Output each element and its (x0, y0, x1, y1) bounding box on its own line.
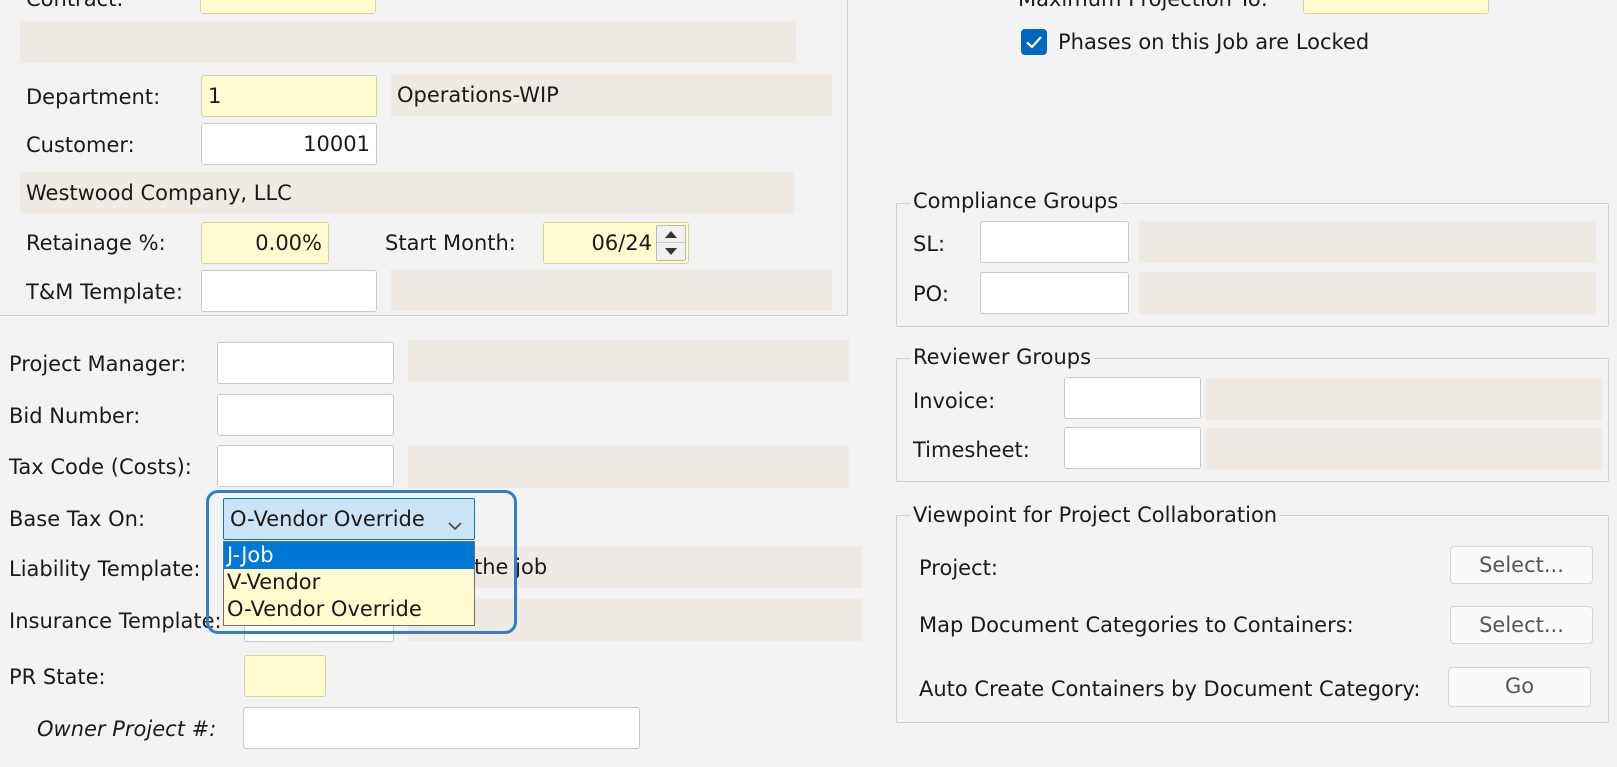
bid-number-label: Bid Number: (9, 404, 141, 428)
pr-state-label: PR State: (9, 665, 106, 689)
project-collaboration-title: Viewpoint for Project Collaboration (910, 503, 1281, 527)
start-month-label: Start Month: (385, 231, 516, 255)
base-tax-selected-value: O-Vendor Override (230, 507, 425, 531)
auto-create-go-button[interactable]: Go (1448, 667, 1591, 707)
project-manager-description (408, 340, 849, 382)
base-tax-dropdown-list[interactable]: J-Job V-Vendor O-Vendor Override (223, 541, 475, 626)
tm-template-field[interactable] (201, 270, 377, 312)
phases-locked-label: Phases on this Job are Locked (1058, 30, 1370, 54)
phases-locked-checkbox[interactable] (1021, 29, 1047, 55)
base-tax-combo[interactable]: O-Vendor Override (223, 498, 475, 540)
spinner-down-icon[interactable] (657, 243, 685, 260)
base-tax-label: Base Tax On: (9, 507, 146, 531)
retainage-label: Retainage %: (26, 231, 166, 255)
timesheet-description (1206, 428, 1602, 470)
project-manager-field[interactable] (217, 342, 394, 384)
contract-description (20, 21, 796, 63)
tm-template-label: T&M Template: (26, 280, 183, 304)
reviewer-groups-title: Reviewer Groups (910, 345, 1095, 369)
collab-project-select-button[interactable]: Select... (1450, 546, 1593, 584)
base-tax-option[interactable]: V-Vendor (224, 569, 474, 596)
department-label: Department: (26, 85, 161, 109)
tax-code-field[interactable] (217, 445, 394, 487)
retainage-field[interactable]: 0.00% (201, 222, 329, 264)
liability-template-label: Liability Template: (9, 557, 201, 581)
owner-project-field[interactable] (243, 707, 640, 749)
spinner-up-icon[interactable] (657, 226, 685, 243)
contract-label: Contract: (26, 0, 123, 12)
insurance-template-label: Insurance Template: (9, 609, 222, 633)
auto-create-label: Auto Create Containers by Document Categ… (919, 677, 1421, 701)
sl-description (1139, 221, 1596, 263)
department-field[interactable]: 1 (201, 75, 377, 117)
compliance-groups-title: Compliance Groups (910, 189, 1122, 213)
map-docs-select-button[interactable]: Select... (1450, 606, 1593, 644)
timesheet-field[interactable] (1064, 427, 1201, 469)
po-field[interactable] (980, 272, 1129, 314)
pr-state-field[interactable] (244, 655, 326, 697)
customer-name: Westwood Company, LLC (20, 172, 794, 214)
map-docs-label: Map Document Categories to Containers: (919, 613, 1354, 637)
base-tax-option[interactable]: O-Vendor Override (224, 596, 474, 623)
customer-field[interactable]: 10001 (201, 123, 377, 165)
max-projection-field[interactable] (1303, 0, 1489, 14)
base-tax-option[interactable]: J-Job (224, 542, 474, 569)
invoice-description (1206, 378, 1602, 420)
tm-template-description (391, 269, 832, 311)
project-manager-label: Project Manager: (9, 352, 187, 376)
timesheet-label: Timesheet: (913, 438, 1030, 462)
sl-field[interactable] (980, 221, 1129, 263)
po-label: PO: (913, 282, 949, 306)
tax-code-description (408, 446, 849, 488)
contract-field[interactable] (200, 0, 376, 14)
owner-project-label: Owner Project #: (37, 717, 217, 741)
start-month-spinner[interactable] (656, 225, 686, 261)
invoice-label: Invoice: (913, 389, 996, 413)
bid-number-field[interactable] (217, 394, 394, 436)
collab-project-label: Project: (919, 556, 998, 580)
max-projection-label: Maximum Projection To: (1018, 0, 1268, 12)
chevron-down-icon[interactable] (446, 508, 464, 531)
po-description (1139, 272, 1596, 314)
sl-label: SL: (913, 232, 946, 256)
tax-code-label: Tax Code (Costs): (9, 455, 192, 479)
invoice-field[interactable] (1064, 377, 1201, 419)
checkmark-icon (1026, 36, 1042, 49)
department-description: Operations-WIP (391, 74, 832, 116)
customer-label: Customer: (26, 133, 135, 157)
